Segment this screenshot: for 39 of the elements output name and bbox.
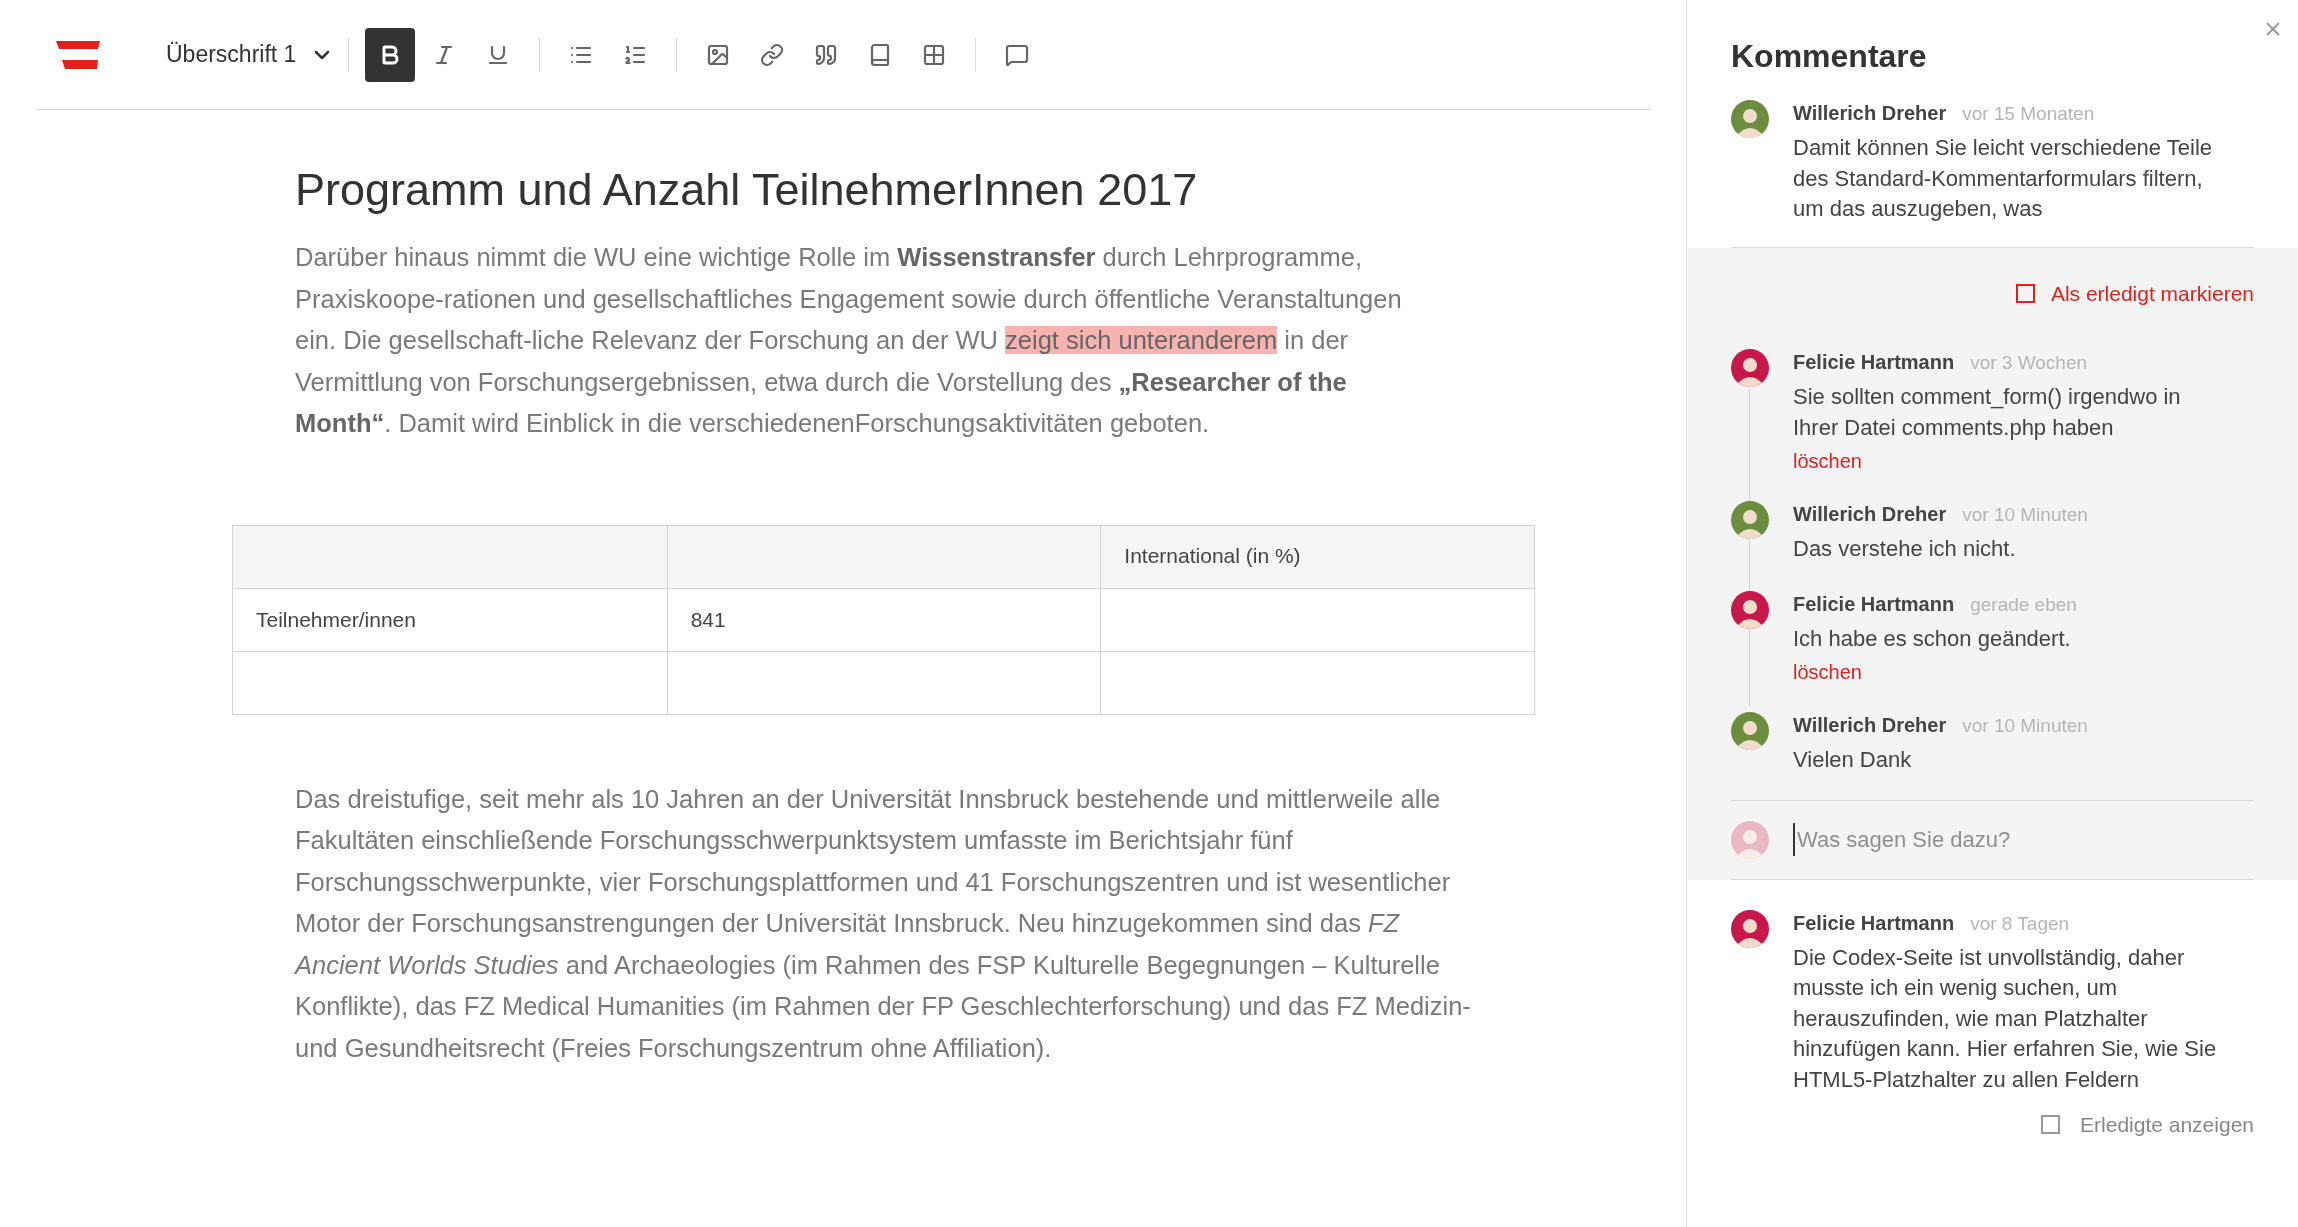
reply-input-field[interactable]: Was sagen Sie dazu? (1793, 823, 2254, 856)
comment-text: Vielen Dank (1793, 746, 1913, 774)
bold-button[interactable] (365, 27, 416, 82)
delete-link[interactable]: löschen (1793, 658, 2221, 686)
comment-text: Das verstehe ich nicht. (1793, 535, 2017, 563)
comment-time: vor 3 Wochen (1970, 351, 2088, 375)
comment-text: Ich habe es schon geändert. (1793, 624, 2072, 653)
comment-author: Felicie Hartmann (1793, 910, 1955, 936)
body-paragraph: Darüber hinaus nimmt die WU eine wichtige Rolle im Wissenstransfer durch Lehrprogramme, Praxiskoope-rationen und gesellschaftliches Engagement sowie durch öffentliche Veranstaltungen ein. Die gesellschaft-liche Relevanz der Forschung an der WU zeigt sich unteranderem in der Vermittlung von Forschungsergebnissen, etwa durch die Vorstellung des „Researcher of the Month“. Damit wird Einblick in die verschiedenenForschungsaktivitäten geboten. (295, 242, 1403, 439)
sidebar-title: Kommentare (1731, 37, 1927, 76)
mark-resolved-checkbox[interactable]: Als erledigt markieren (2015, 277, 2254, 309)
comment-time: vor 10 Minuten (1962, 503, 2088, 527)
heading-style-dropdown[interactable]: Überschrift 1 (166, 37, 335, 72)
logo-icon (56, 40, 100, 69)
comment-text: Damit können Sie leicht verschiedene Teile des Standard-Kommentarformulars filtern, um das auszugeben, was (1793, 134, 2214, 223)
body-paragraph: Das dreistufige, seit mehr als 10 Jahren an der Universität Innsbruck bestehende und mittlerweile alle Fakultäten einschließende Forschungsschwerpunktsystem umfasste im Berichtsjahr fünf Forschungsschwerpunkte, vier Forschungsplattformen und 41 Forschungszentren und ist wesentlicher Motor der Forschungsanstrengungen der Universität Innsbruck. Neu hinzugekommen sind das FZ Ancient Worlds Studies and Archaeologies (im Rahmen des FSP Kulturelle Begegnungen – Kulturelle Konflikte), das FZ Medical Humanities (im Rahmen der FP Geschlechterforschung) und das FZ Medizin- und Gesundheitsrecht (Freies Forschungszentrum ohne Affiliation). (295, 783, 1472, 1064)
comment-author: Willerich Dreher (1793, 502, 1947, 527)
table-icon (922, 42, 947, 67)
avatar-icon (1731, 820, 1769, 859)
comment-time: gerade eben (1970, 592, 2077, 617)
comment-icon (1005, 42, 1030, 67)
comment-text: Die Codex-Seite ist unvollständig, daher musste ich ein wenig suchen, um herauszufinden, wie man Platzhalter hinzufügen kann. Hier erfahren Sie, wie Sie HTML5-Platzhalter zu allen Feldern (1793, 943, 2218, 1094)
image-icon (706, 42, 731, 67)
link-icon (760, 42, 785, 67)
comment-time: vor 8 Tagen (1970, 911, 2070, 936)
comment-time: vor 15 Monaten (1962, 102, 2095, 126)
delete-link[interactable]: löschen (1793, 447, 2221, 475)
comment-time: vor 10 Minuten (1962, 714, 2088, 738)
comment-text: Sie sollten comment_form() irgendwo in Ihrer Datei comments.php haben (1793, 383, 2182, 442)
document-heading: Programm und Anzahl TeilnehmerInnen 2017 (295, 163, 1199, 217)
comment-author: Felicie Hartmann (1793, 591, 1955, 617)
table-cell-text: 841 (690, 606, 726, 633)
comment-author: Willerich Dreher (1793, 101, 1947, 126)
table-header-cell: International (in %) (1124, 543, 1301, 567)
quote-icon (814, 42, 839, 67)
comment-author: Felicie Hartmann (1793, 350, 1955, 375)
table-cell-text: Teilnehmer/innen (256, 606, 416, 633)
comment-author: Willerich Dreher (1793, 713, 1947, 738)
show-resolved-checkbox[interactable]: Erledigte anzeigen (2041, 1109, 2254, 1141)
